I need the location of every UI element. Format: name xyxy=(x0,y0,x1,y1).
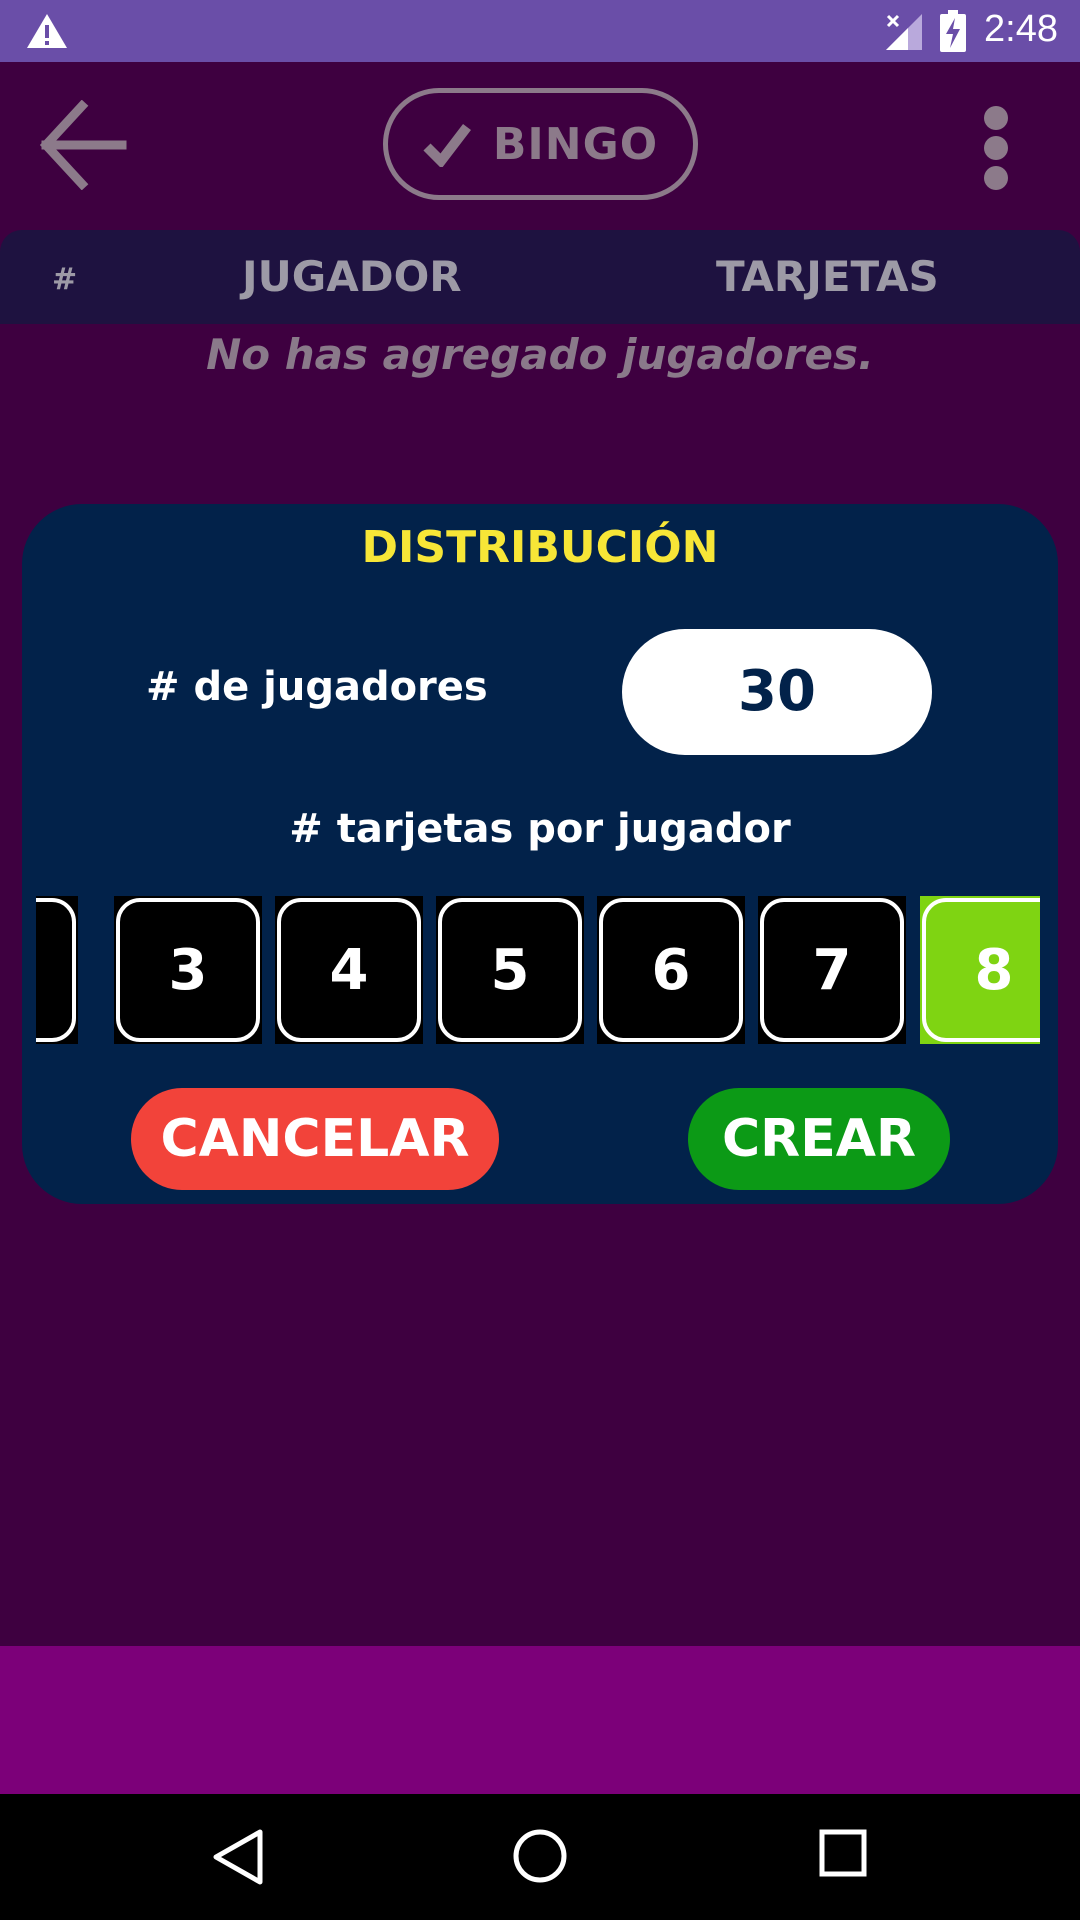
card-option-value: 8 xyxy=(922,898,1040,1042)
cards-per-player-label: # tarjetas por jugador xyxy=(289,806,791,852)
menu-dot xyxy=(984,136,1008,160)
card-option-4[interactable]: 4 xyxy=(275,896,423,1044)
card-option-value: 3 xyxy=(116,898,260,1042)
menu-dot xyxy=(984,166,1008,190)
more-options-button[interactable] xyxy=(978,102,1014,192)
nav-home-icon[interactable] xyxy=(510,1826,570,1886)
status-bar: 2:48 xyxy=(0,0,1080,62)
card-option-value: 6 xyxy=(599,898,743,1042)
card-option-5[interactable]: 5 xyxy=(436,896,584,1044)
check-icon xyxy=(423,123,471,167)
card-option-2[interactable]: 2 xyxy=(36,896,78,1044)
status-time: 2:48 xyxy=(984,8,1058,50)
card-option-7[interactable]: 7 xyxy=(758,896,906,1044)
nav-back-icon[interactable] xyxy=(210,1828,266,1886)
card-option-6[interactable]: 6 xyxy=(597,896,745,1044)
no-signal-icon xyxy=(886,14,922,50)
card-option-value: 5 xyxy=(438,898,582,1042)
back-button[interactable] xyxy=(40,100,130,190)
players-count-label: # de jugadores xyxy=(146,664,488,710)
column-cards: TARJETAS xyxy=(716,252,939,301)
column-player: JUGADOR xyxy=(242,252,462,301)
players-table-header: # JUGADOR TARJETAS xyxy=(0,230,1080,324)
system-nav-bar xyxy=(0,1794,1080,1920)
card-option-value: 4 xyxy=(277,898,421,1042)
warning-icon xyxy=(27,14,67,48)
card-option-3[interactable]: 3 xyxy=(114,896,262,1044)
players-count-input[interactable]: 30 xyxy=(622,629,932,755)
card-option-value: 7 xyxy=(760,898,904,1042)
column-number: # xyxy=(52,262,78,297)
bottom-banner xyxy=(0,1646,1080,1794)
cards-per-player-picker[interactable]: 2 3 4 5 6 7 8 xyxy=(36,896,1040,1044)
nav-recents-icon[interactable] xyxy=(818,1828,868,1878)
dialog-title: DISTRIBUCIÓN xyxy=(361,522,719,573)
create-button[interactable]: CREAR xyxy=(688,1088,950,1190)
bingo-button[interactable]: BINGO xyxy=(383,88,698,200)
empty-players-message: No has agregado jugadores. xyxy=(206,330,874,379)
battery-charging-icon xyxy=(940,10,966,52)
card-option-8-selected[interactable]: 8 xyxy=(920,896,1040,1044)
more-vertical-icon xyxy=(984,106,1008,130)
cancel-button[interactable]: CANCELAR xyxy=(131,1088,499,1190)
card-option-value: 2 xyxy=(36,898,76,1042)
bingo-label: BINGO xyxy=(492,118,659,170)
distribution-dialog: DISTRIBUCIÓN # de jugadores 30 # tarjeta… xyxy=(22,504,1058,1204)
arrow-left-icon xyxy=(40,100,127,190)
